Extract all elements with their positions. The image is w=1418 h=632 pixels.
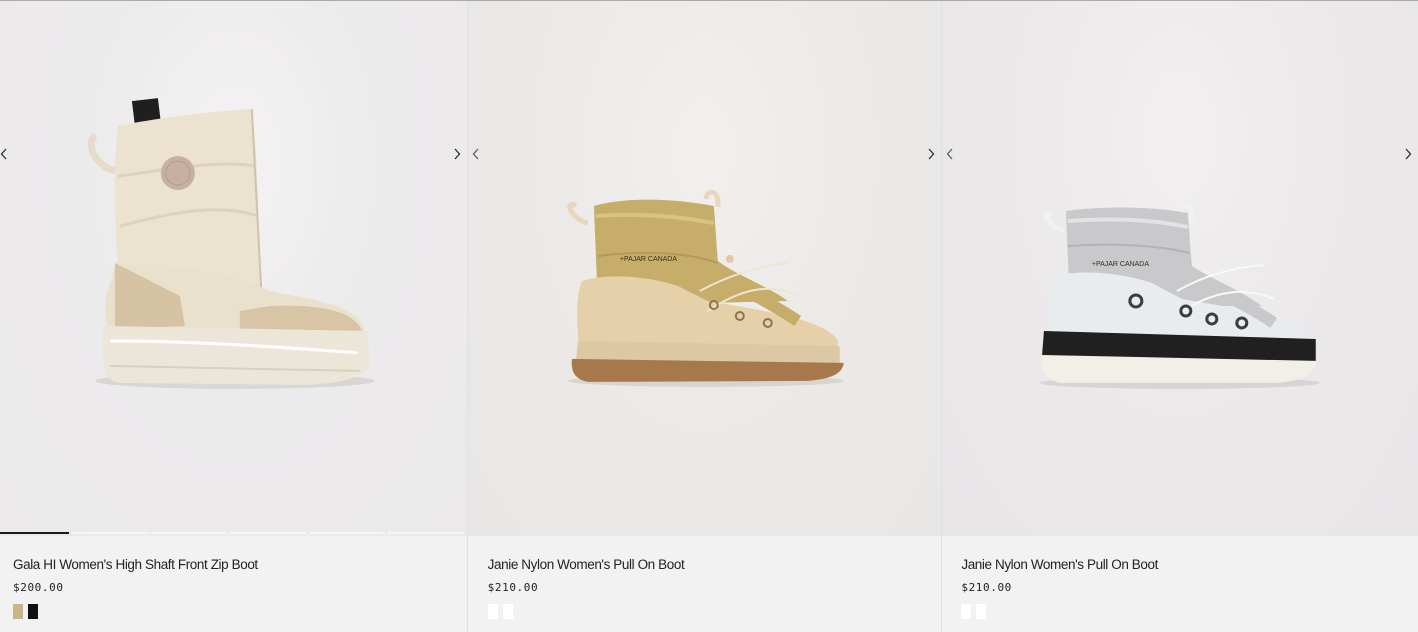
product-image-carousel[interactable]: +PAJAR CANADA [942,1,1418,536]
product-image-carousel[interactable]: +PAJAR CANADA [467,1,942,536]
product-price: $210.00 [487,581,539,594]
color-swatches [13,604,258,619]
product-card[interactable]: +PAJAR CANADA Janie Nylon Women's Pull O… [466,1,942,632]
product-info: Gala HI Women's High Shaft Front Zip Boo… [13,557,258,619]
svg-text:+PAJAR CANADA: +PAJAR CANADA [1092,261,1149,268]
color-swatch-black[interactable] [28,604,38,619]
carousel-dot[interactable] [72,532,148,534]
color-swatch-white[interactable] [961,604,972,619]
carousel-prev-button[interactable] [942,144,958,164]
product-image-janie-gold-boot[interactable]: +PAJAR CANADA [468,1,942,536]
carousel-dot[interactable] [309,532,385,534]
chevron-left-icon [947,148,953,160]
product-image-carousel[interactable] [0,1,467,536]
product-card[interactable]: +PAJAR CANADA Janie Nylon Women's Pull O… [941,1,1418,632]
product-image-janie-silver-boot[interactable]: +PAJAR CANADA [942,1,1418,536]
carousel-dot[interactable] [388,532,464,534]
color-swatches [487,604,685,619]
product-grid: Gala HI Women's High Shaft Front Zip Boo… [0,1,1418,632]
color-swatch-white[interactable] [976,604,987,619]
chevron-right-icon [928,148,935,160]
color-swatch-white[interactable] [502,604,513,619]
product-image-gala-boot[interactable] [0,1,467,536]
chevron-left-icon [0,148,7,160]
carousel-next-button[interactable] [1400,144,1416,164]
color-swatch-tan[interactable] [13,604,23,619]
chevron-right-icon [454,148,460,160]
carousel-next-button[interactable] [923,144,939,164]
product-title[interactable]: Gala HI Women's High Shaft Front Zip Boo… [13,557,258,572]
product-info: Janie Nylon Women's Pull On Boot $210.00 [487,557,685,619]
carousel-dot[interactable] [230,532,306,534]
chevron-right-icon [1405,148,1412,160]
carousel-prev-button[interactable] [0,144,12,164]
product-title[interactable]: Janie Nylon Women's Pull On Boot [488,557,685,572]
carousel-dot[interactable] [151,532,227,534]
product-title[interactable]: Janie Nylon Women's Pull On Boot [961,557,1158,572]
product-card[interactable]: Gala HI Women's High Shaft Front Zip Boo… [0,1,467,632]
product-info: Janie Nylon Women's Pull On Boot $210.00 [961,557,1158,619]
product-price: $200.00 [13,581,64,594]
chevron-left-icon [472,148,479,160]
carousel-next-button[interactable] [449,144,465,164]
carousel-dot[interactable] [0,532,69,534]
color-swatch-white[interactable] [487,604,498,619]
carousel-prev-button[interactable] [468,144,484,164]
color-swatches [961,604,1158,619]
product-price: $210.00 [961,581,1012,594]
carousel-indicator [0,532,464,534]
svg-text:+PAJAR CANADA: +PAJAR CANADA [620,256,677,263]
